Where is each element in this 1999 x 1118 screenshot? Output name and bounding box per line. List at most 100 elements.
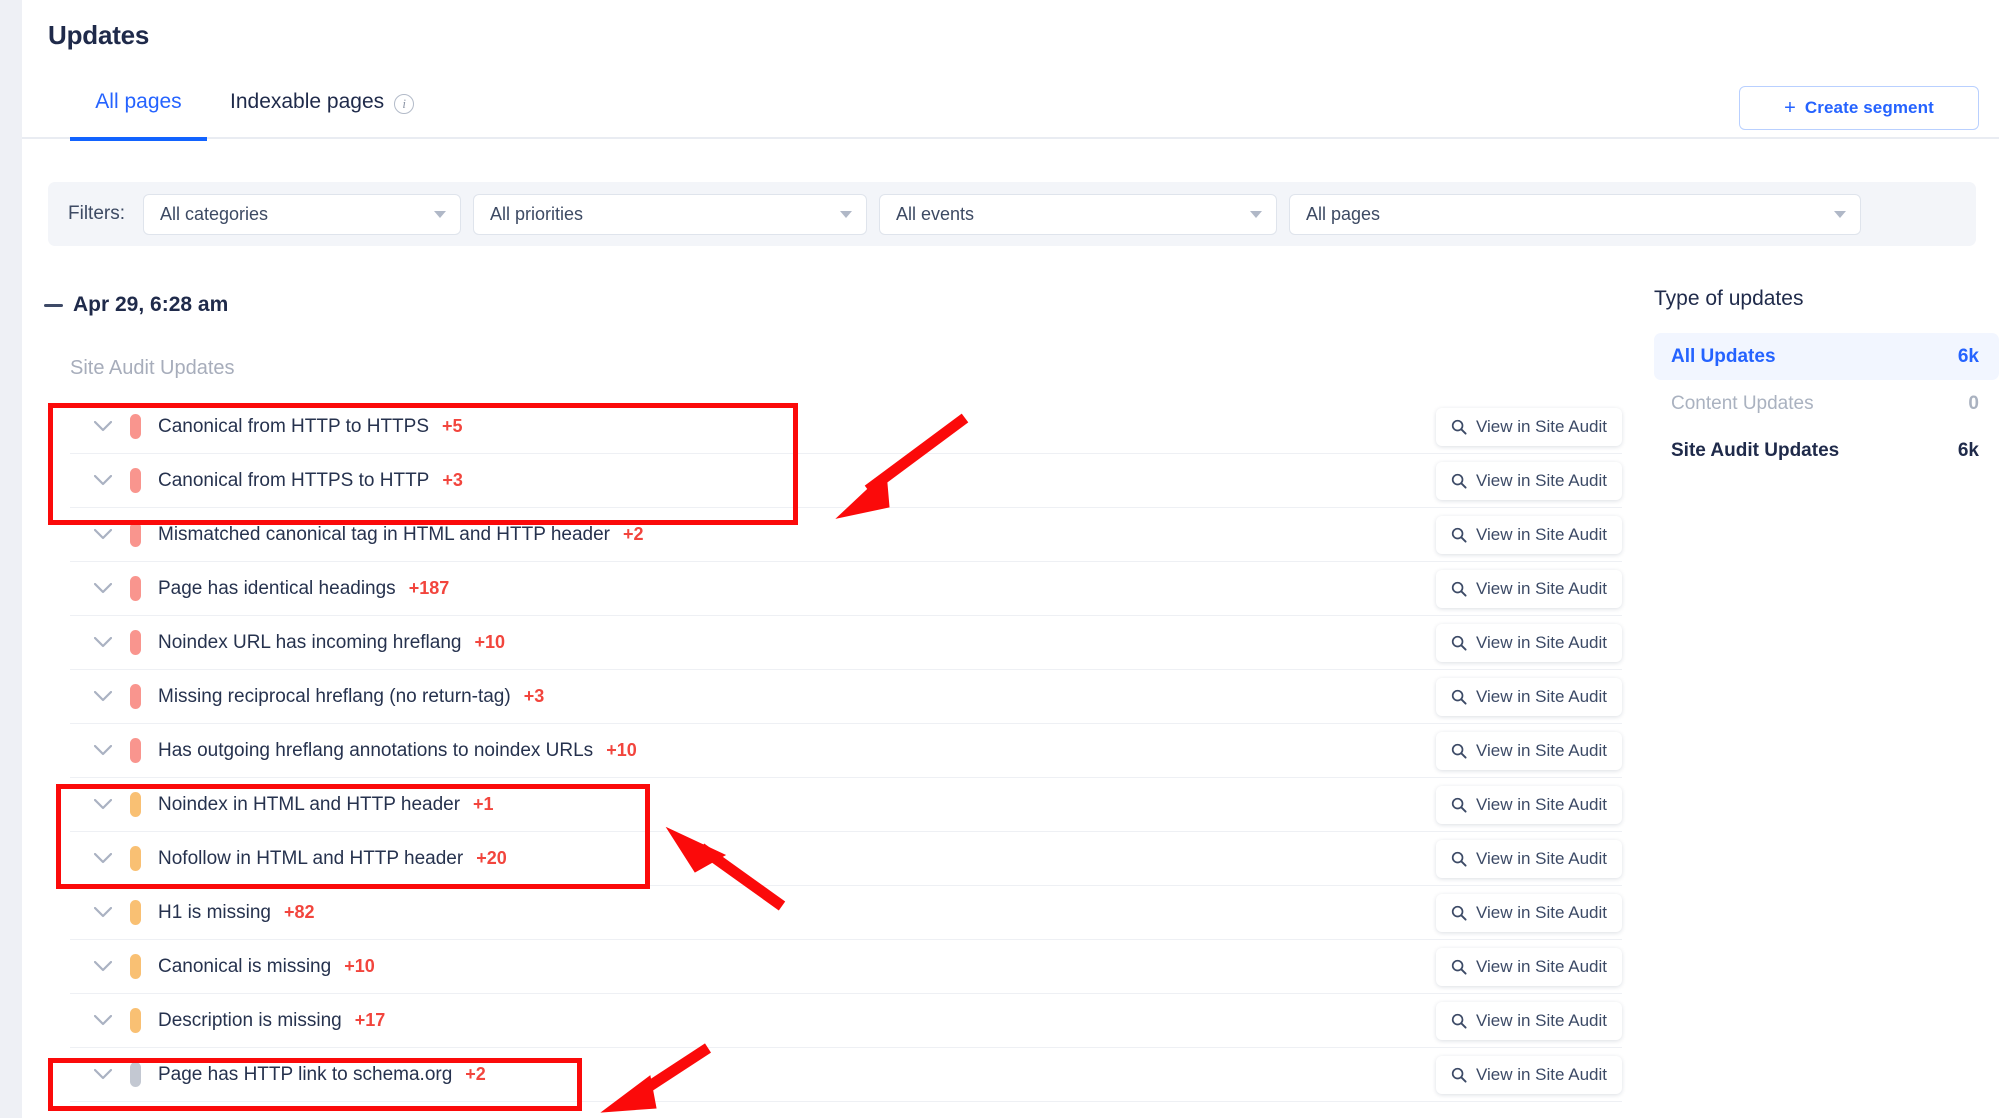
priority-indicator-high [130,684,141,709]
update-delta: +2 [465,1064,486,1084]
update-label: Nofollow in HTML and HTTP header [158,847,464,869]
chevron-down-icon[interactable] [94,421,130,432]
filter-all-events[interactable]: All events [879,193,1277,235]
type-of-updates-item[interactable]: Site Audit Updates 6k [1654,427,1999,474]
search-icon [1451,419,1467,435]
update-delta: +10 [606,740,637,760]
priority-indicator-high [130,522,141,547]
tab-all-pages-label: All pages [95,90,182,113]
view-in-site-audit-label: View in Site Audit [1475,578,1608,598]
search-icon [1451,905,1467,921]
chevron-down-icon[interactable] [94,637,130,648]
update-label: Description is missing [158,1009,342,1031]
filter-all-priorities-value: All priorities [490,203,584,224]
update-row[interactable]: Page has identical headings +187 View in S… [70,562,1622,616]
update-row[interactable]: Canonical from HTTPS to HTTP +3 View in Si… [70,454,1622,508]
view-in-site-audit-button[interactable]: View in Site Audit [1436,1055,1622,1094]
tab-all-pages[interactable]: All pages [70,82,207,141]
collapse-minus-icon[interactable] [44,303,63,307]
view-in-site-audit-label: View in Site Audit [1475,1010,1608,1030]
filter-all-events-value: All events [896,203,975,224]
plus-icon: + [1784,96,1796,119]
priority-indicator-high [130,576,141,601]
chevron-down-icon[interactable] [94,853,130,864]
chevron-down-icon[interactable] [94,745,130,756]
view-in-site-audit-button[interactable]: View in Site Audit [1436,515,1622,554]
update-label: Canonical from HTTP to HTTPS [158,415,430,437]
priority-indicator-medium [130,954,141,979]
update-row[interactable]: Nofollow in HTML and HTTP header +20 View … [70,832,1622,886]
tab-indexable-pages-label: Indexable pages [230,90,385,113]
chevron-down-icon[interactable] [94,475,130,486]
view-in-site-audit-label: View in Site Audit [1475,632,1608,652]
update-delta: +82 [283,902,315,922]
update-label: Page has HTTP link to schema.org [158,1063,453,1085]
priority-indicator-high [130,738,141,763]
chevron-down-icon[interactable] [94,907,130,918]
filter-all-pages[interactable]: All pages [1289,193,1861,235]
update-label: Canonical is missing [158,955,332,977]
priority-indicator-medium [130,846,141,871]
filter-all-priorities[interactable]: All priorities [473,193,867,235]
type-of-updates-item-label: Site Audit Updates [1671,439,1840,461]
search-icon [1451,689,1467,705]
date-group-header[interactable]: Apr 29, 6:28 am [44,293,228,317]
search-icon [1451,1067,1467,1083]
view-in-site-audit-button[interactable]: View in Site Audit [1436,893,1622,932]
update-row[interactable]: Noindex in HTML and HTTP header +1 View in… [70,778,1622,832]
view-in-site-audit-button[interactable]: View in Site Audit [1436,461,1622,500]
view-in-site-audit-button[interactable]: View in Site Audit [1436,569,1622,608]
chevron-down-icon[interactable] [94,691,130,702]
type-of-updates-item[interactable]: All Updates 6k [1654,333,1999,380]
view-in-site-audit-button[interactable]: View in Site Audit [1436,731,1622,770]
update-row[interactable]: Mismatched canonical tag in HTML and HTT… [70,508,1622,562]
filter-all-categories[interactable]: All categories [143,193,461,235]
priority-indicator-medium [130,1008,141,1033]
update-row[interactable]: Canonical is missing +10 View in Site Audi… [70,940,1622,994]
chevron-down-icon[interactable] [94,1069,130,1080]
update-row[interactable]: Canonical from HTTP to HTTPS +5 View in Si… [70,400,1622,454]
update-row[interactable]: Has outgoing hreflang annotations to noi… [70,724,1622,778]
type-of-updates-item-label: All Updates [1671,345,1776,367]
priority-indicator-medium [130,792,141,817]
type-of-updates-item[interactable]: Content Updates 0 [1654,380,1999,427]
chevron-down-icon[interactable] [94,583,130,594]
tab-indexable-pages[interactable]: Indexable pages i [230,82,415,139]
search-icon [1451,1013,1467,1029]
filters-bar: Filters: All categories All priorities A… [48,182,1976,246]
update-row[interactable]: Noindex URL has incoming hreflang +10 View… [70,616,1622,670]
view-in-site-audit-button[interactable]: View in Site Audit [1436,785,1622,824]
info-icon[interactable]: i [394,94,415,114]
page-title: Updates [48,20,150,50]
chevron-down-icon[interactable] [94,799,130,810]
type-of-updates-item-count: 6k [1957,345,1979,367]
view-in-site-audit-label: View in Site Audit [1475,740,1608,760]
update-row[interactable]: Missing reciprocal hreflang (no return-t… [70,670,1622,724]
view-in-site-audit-button[interactable]: View in Site Audit [1436,623,1622,662]
view-in-site-audit-button[interactable]: View in Site Audit [1436,677,1622,716]
search-icon [1451,473,1467,489]
view-in-site-audit-label: View in Site Audit [1475,794,1608,814]
search-icon [1451,635,1467,651]
update-delta: +20 [476,848,507,868]
type-of-updates-panel: Type of updates All Updates 6k Content Upd… [1654,287,1999,474]
update-delta: +187 [408,578,450,598]
chevron-down-icon[interactable] [94,529,130,540]
update-row[interactable]: Description is missing +17 View in Site Au… [70,994,1622,1048]
group-subtitle: Site Audit Updates [70,357,235,379]
view-in-site-audit-button[interactable]: View in Site Audit [1436,1001,1622,1040]
update-delta: +10 [344,956,375,976]
view-in-site-audit-button[interactable]: View in Site Audit [1436,839,1622,878]
chevron-down-icon[interactable] [94,961,130,972]
update-row[interactable]: H1 is missing +82 View in Site Audit [70,886,1622,940]
search-icon [1451,527,1467,543]
priority-indicator-high [130,414,141,439]
view-in-site-audit-label: View in Site Audit [1475,1064,1608,1084]
view-in-site-audit-button[interactable]: View in Site Audit [1436,407,1622,446]
view-in-site-audit-label: View in Site Audit [1475,686,1608,706]
chevron-down-icon[interactable] [94,1015,130,1026]
view-in-site-audit-label: View in Site Audit [1475,470,1608,490]
update-row[interactable]: Page has HTTP link to schema.org +2 View i… [70,1048,1622,1102]
view-in-site-audit-button[interactable]: View in Site Audit [1436,947,1622,986]
create-segment-button[interactable]: + Create segment [1739,86,1979,130]
